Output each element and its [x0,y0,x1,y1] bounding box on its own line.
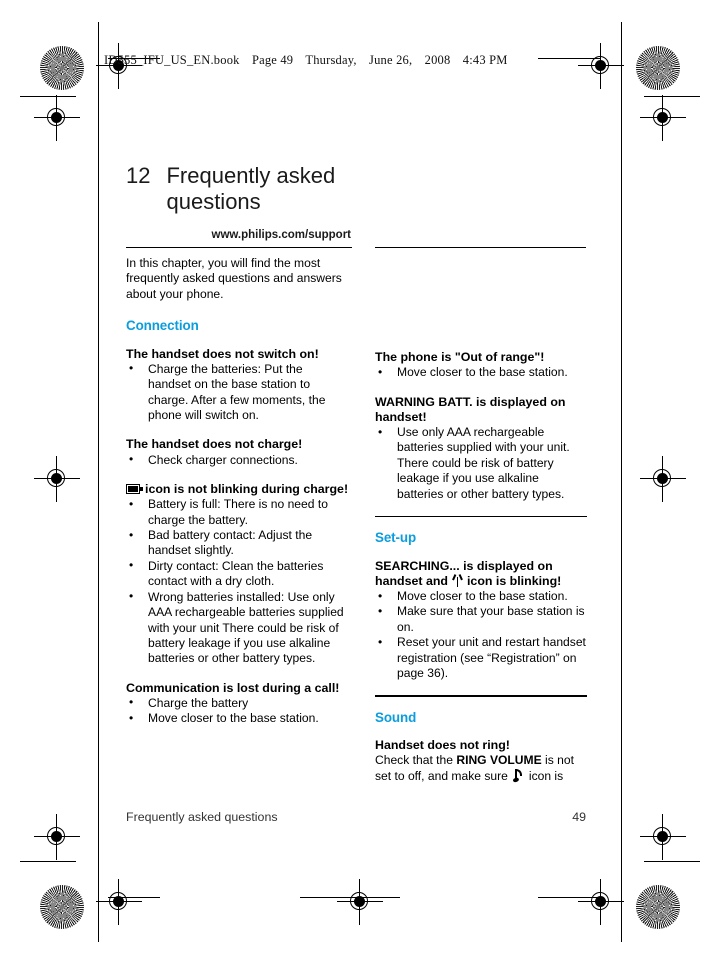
list-item: Move closer to the base station. [375,589,587,605]
answer-text-1: Check that the [375,753,457,768]
section-heading-connection: Connection [126,318,199,334]
list-item: Battery is full: There is no need to cha… [126,497,349,528]
footer-chapter-label: Frequently asked questions [126,810,278,824]
manual-page: 12 Frequently asked questions www.philip… [0,0,719,956]
support-url: www.philips.com/support [211,229,352,241]
list-item: Reset your unit and restart handset regi… [375,635,587,681]
footer-page-number: 49 [572,810,586,824]
faq-answers-warning-batt: Use only AAA rechargeable batteries supp… [375,425,587,502]
faq-question-warning-batt: WARNING BATT. is displayed on handset! [375,394,566,424]
left-column: In this chapter, you will find the most … [126,256,349,741]
faq-question-searching: SEARCHING... is displayed on handset and… [375,559,587,589]
intro-paragraph: In this chapter, you will find the most … [126,256,342,301]
list-item: Wrong batteries installed: Use only AAA … [126,589,349,667]
faq-answers-switch-on: Charge the batteries: Put the handset on… [126,361,349,424]
header-rule-left [126,247,352,249]
list-item: Charge the battery [126,695,349,711]
faq-answers-searching: Move closer to the base station. Make su… [375,589,587,681]
list-item: Make sure that your base station is on. [375,604,587,635]
page-title: Frequently asked questions [166,163,336,214]
list-item: Bad battery contact: Adjust the handset … [126,528,349,559]
ring-volume-term: RING VOLUME [456,753,542,768]
music-note-icon [512,768,524,784]
section-divider-sound [375,695,587,697]
faq-answer-does-not-ring: Check that the RING VOLUME is not set to… [375,753,587,784]
chapter-number: 12 [126,163,151,188]
faq-answers-not-charge: Check charger connections. [126,452,349,468]
header-rule-right [375,247,586,249]
list-item: Charge the batteries: Put the handset on… [126,361,349,424]
list-item: Move closer to the base station. [126,711,349,727]
battery-icon [126,484,143,495]
faq-question-out-of-range: The phone is "Out of range"! [375,350,545,364]
faq-question-searching-text-2: icon is blinking! [466,573,562,588]
section-divider-setup [375,516,587,518]
section-heading-sound: Sound [375,709,417,725]
faq-question-does-not-ring: Handset does not ring! [375,738,510,753]
answer-text-3: icon is [528,768,564,783]
list-item: Check charger connections. [126,452,349,468]
faq-answers-icon-not-blinking: Battery is full: There is no need to cha… [126,497,349,666]
page-footer: Frequently asked questions 49 [126,810,586,824]
list-item: Move closer to the base station. [375,365,587,381]
faq-question-icon-not-blinking: icon is not blinking during charge! [126,482,349,497]
faq-answers-communication-lost: Charge the battery Move closer to the ba… [126,695,349,727]
faq-question-communication-lost: Communication is lost during a call! [126,680,340,695]
faq-question-not-charge: The handset does not charge! [126,437,303,452]
list-item: Use only AAA rechargeable batteries supp… [375,425,587,502]
faq-question-switch-on: The handset does not switch on! [126,346,319,361]
list-item: Dirty contact: Clean the batteries conta… [126,558,349,590]
chapter-heading: 12 Frequently asked questions [126,163,356,215]
section-heading-setup: Set-up [375,530,417,546]
right-column: The phone is "Out of range"! Move closer… [375,350,587,784]
antenna-icon [452,573,463,587]
faq-question-icon-not-blinking-text: icon is not blinking during charge! [145,482,349,497]
faq-answers-out-of-range: Move closer to the base station. [375,365,587,381]
